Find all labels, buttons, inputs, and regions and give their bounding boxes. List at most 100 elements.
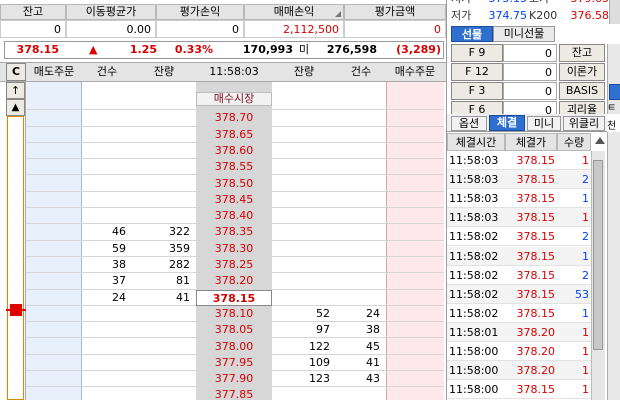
trades-scroll-thumb[interactable]: [593, 160, 603, 350]
trade-qty: 2: [582, 268, 589, 282]
sell-qty: [132, 387, 196, 400]
function-key[interactable]: F 12: [451, 63, 503, 81]
trade-qty: 1: [582, 325, 589, 339]
right-edge-tab[interactable]: [609, 84, 620, 100]
sell-count: 46: [112, 225, 126, 239]
ladder-price[interactable]: 377.85: [196, 387, 272, 400]
trade-qty: 2: [582, 230, 589, 244]
ladder-row: 377.95 109 41: [26, 355, 444, 372]
trade-qty: 1: [582, 154, 589, 167]
trade-time: 11:58:03: [449, 154, 499, 167]
sell-qty: [132, 159, 196, 175]
trade-price: 378.15: [516, 154, 556, 167]
trade-qty: 1: [582, 211, 589, 225]
ladder-price[interactable]: 378.15: [196, 289, 272, 306]
trade-time: 11:58:02: [449, 268, 499, 282]
top-scroll-track[interactable]: [609, 0, 620, 24]
ladder-price[interactable]: 378.35: [196, 224, 272, 240]
summary-eval-amount: 0: [344, 20, 446, 38]
oi-change: (3,289): [396, 43, 441, 56]
summary-panel: 잔고 이동평균가 평가손익 매매손익 평가금액 0 0.00 0 2,112,5…: [0, 0, 446, 38]
sell-qty: [132, 371, 196, 387]
tab-futures[interactable]: 선물: [451, 26, 493, 42]
ladder-price[interactable]: 378.20: [196, 273, 272, 289]
mi-label: 미: [298, 43, 310, 56]
buy-qty: 122: [309, 339, 330, 353]
col-sell-order: 매도주문: [33, 65, 75, 78]
ladder-price[interactable]: 378.00: [196, 339, 272, 355]
ladder-row: 378.50: [26, 176, 444, 192]
trade-price: 378.15: [516, 211, 556, 225]
ladder-price[interactable]: 378.70: [196, 110, 272, 126]
buy-count: [336, 127, 386, 143]
ladder-price[interactable]: 378.60: [196, 143, 272, 159]
function-action-button[interactable]: 잔고: [559, 44, 605, 62]
tab-mini[interactable]: 미니: [527, 116, 561, 131]
buy-qty: [272, 127, 336, 143]
function-key-value: 0: [503, 63, 557, 81]
right-panel: 저가 375.15 고가 379.65 저가 374.75 K200 376.5…: [446, 0, 620, 400]
ladder-price[interactable]: 378.10: [196, 306, 272, 322]
volume: 170,993: [242, 43, 293, 56]
buy-count: 45: [366, 339, 380, 353]
ladder-row: 378.40: [26, 208, 444, 225]
buy-count: 43: [366, 372, 380, 386]
scroll-up-triangle-icon[interactable]: ▲: [6, 99, 25, 116]
ladder-row: 38 282 378.25: [26, 257, 444, 274]
ladder-price[interactable]: 378.45: [196, 192, 272, 208]
buy-count: [336, 143, 386, 159]
trades-scroll-up-icon[interactable]: [595, 137, 605, 144]
tab-trades[interactable]: 체결: [489, 115, 525, 131]
ladder-price[interactable]: 378.65: [196, 127, 272, 143]
col-buy-qty: 잔량: [293, 65, 315, 78]
ladder-price[interactable]: 378.05: [196, 322, 272, 338]
position-marker-line: [6, 309, 26, 311]
summary-eval-pl: 0: [156, 20, 244, 38]
function-key[interactable]: F 3: [451, 82, 503, 100]
summary-header-eval-amount: 평가금액: [344, 4, 446, 20]
function-action-button[interactable]: 이론가: [559, 63, 605, 81]
summary-avg-price: 0.00: [66, 20, 156, 38]
ladder-price[interactable]: 377.95: [196, 355, 272, 371]
buy-qty: 123: [309, 372, 330, 386]
sell-count: [82, 371, 132, 387]
ladder-price[interactable]: 378.55: [196, 159, 272, 175]
buy-count: [336, 224, 386, 240]
market-order-label[interactable]: 매수시장: [196, 92, 272, 106]
trade-time: 11:58:00: [449, 345, 499, 358]
open-interest: 276,598: [326, 43, 377, 56]
ladder-price[interactable]: 378.40: [196, 208, 272, 224]
trade-price: 378.20: [516, 325, 556, 339]
buy-count: [336, 192, 386, 208]
ladder-row: 378.05 97 38: [26, 322, 444, 339]
ladder-price[interactable]: 378.30: [196, 241, 272, 257]
price-change-pct: 0.33%: [174, 43, 213, 56]
buy-qty: [272, 110, 336, 126]
tab-weekly[interactable]: 위클리: [563, 116, 605, 131]
function-action-button[interactable]: BASIS: [559, 82, 605, 100]
buy-qty: [272, 290, 336, 306]
trade-qty: 1: [582, 192, 589, 206]
trade-price: 378.15: [516, 383, 556, 397]
trade-time: 11:58:02: [449, 230, 499, 244]
sell-qty: [132, 176, 196, 192]
trade-row: 11:58:03 378.15 1: [447, 189, 591, 209]
c-button[interactable]: C: [6, 63, 26, 81]
function-key-value: 0: [503, 44, 557, 62]
trade-qty: 1: [582, 306, 589, 320]
ladder-price[interactable]: 377.90: [196, 371, 272, 387]
ladder-price[interactable]: 378.25: [196, 257, 272, 273]
sell-count: [82, 339, 132, 355]
summary-header-trade-pl: 매매손익: [244, 4, 344, 20]
buy-qty: [272, 94, 336, 110]
tab-mini-futures[interactable]: 미니선물: [493, 26, 555, 42]
buy-count: 41: [366, 355, 380, 369]
scroll-up-arrow-icon[interactable]: ↑: [6, 82, 25, 99]
buy-count: [336, 273, 386, 289]
trade-row: 11:58:03 378.15 1: [447, 208, 591, 228]
trade-price: 378.20: [516, 345, 556, 358]
buy-count: [336, 110, 386, 126]
ladder-price[interactable]: 378.50: [196, 176, 272, 192]
function-key[interactable]: F 9: [451, 44, 503, 62]
tab-options[interactable]: 옵션: [451, 116, 487, 131]
